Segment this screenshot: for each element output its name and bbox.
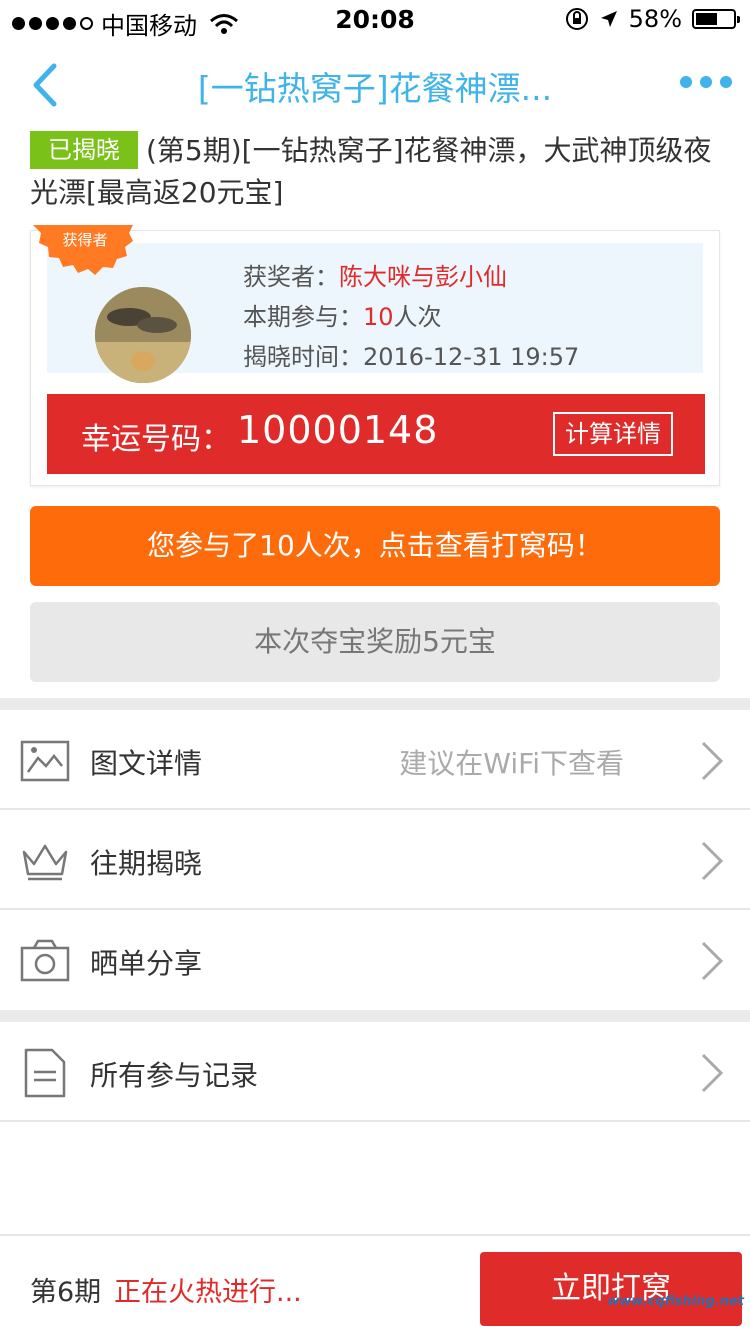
ribbon-text: 获得者	[62, 231, 107, 249]
reveal-time: 2016-12-31 19:57	[363, 343, 580, 371]
next-period-label: 第6期	[30, 1277, 102, 1308]
participation-unit: 人次	[393, 303, 442, 331]
menu-item-past-results[interactable]: 往期揭晓	[0, 810, 750, 910]
menu-item-hint: 建议在WiFi下查看	[399, 747, 624, 780]
winner-row: 获奖者：陈大咪与彭小仙	[243, 257, 507, 292]
section-separator	[0, 698, 750, 710]
camera-icon	[20, 939, 70, 982]
lucky-number: 10000148	[237, 408, 439, 452]
join-now-button[interactable]: 立即打窝	[480, 1252, 742, 1326]
menu-item-image-details[interactable]: 图文详情 建议在WiFi下查看	[0, 710, 750, 810]
section-separator	[0, 1010, 750, 1022]
menu-item-label: 往期揭晓	[90, 847, 203, 880]
crown-icon	[22, 844, 68, 881]
reward-banner: 本次夺宝奖励5元宝	[30, 602, 720, 682]
calculation-details-button[interactable]: 计算详情	[553, 412, 673, 456]
next-period-status[interactable]: 正在火热进行...	[114, 1270, 302, 1309]
participation-label: 本期参与：	[243, 303, 363, 331]
more-options-icon[interactable]	[680, 76, 732, 88]
menu-item-share-order[interactable]: 晒单分享	[0, 910, 750, 1010]
participation-row: 本期参与：10人次	[243, 297, 442, 332]
winner-card: 获奖者：陈大咪与彭小仙 本期参与：10人次 揭晓时间：2016-12-31 19…	[30, 225, 720, 486]
battery-icon	[692, 9, 740, 29]
navigation-bar: [一钻热窝子]花餐神漂...	[0, 40, 750, 130]
battery-percent: 58%	[628, 5, 682, 33]
menu-item-label: 图文详情	[90, 747, 203, 780]
participation-count: 10	[363, 303, 394, 331]
reveal-time-label: 揭晓时间：	[243, 343, 363, 371]
lucky-number-label: 幸运号码：	[81, 422, 231, 457]
menu-item-all-records[interactable]: 所有参与记录	[0, 1022, 750, 1122]
bottom-bar: 第6期 正在火热进行... 立即打窝 www.cqfishing.net	[0, 1234, 750, 1334]
image-icon	[20, 740, 70, 782]
status-badge: 已揭晓	[30, 131, 138, 169]
page-title: [一钻热窝子]花餐神漂...	[197, 69, 553, 108]
winner-ribbon-icon: 获得者	[33, 225, 133, 275]
winner-label: 获奖者：	[243, 263, 339, 291]
chevron-right-icon	[701, 841, 724, 881]
product-title-block: 已揭晓 (第5期)[一钻热窝子]花餐神漂，大武神顶级夜光漂[最高返20元宝]	[30, 130, 720, 214]
winner-name[interactable]: 陈大咪与彭小仙	[339, 263, 507, 291]
document-icon	[24, 1048, 66, 1098]
location-icon	[600, 11, 617, 27]
chevron-right-icon	[701, 741, 724, 781]
menu-item-label: 晒单分享	[90, 947, 203, 980]
view-codes-button[interactable]: 您参与了10人次，点击查看打窝码！	[30, 506, 720, 586]
divider	[0, 1120, 750, 1122]
winner-info-panel: 获奖者：陈大咪与彭小仙 本期参与：10人次 揭晓时间：2016-12-31 19…	[47, 243, 703, 383]
reveal-time-row: 揭晓时间：2016-12-31 19:57	[243, 337, 579, 372]
chevron-right-icon	[701, 941, 724, 981]
menu-item-label: 所有参与记录	[90, 1059, 259, 1092]
winner-avatar[interactable]	[95, 287, 191, 383]
chevron-right-icon	[701, 1053, 724, 1093]
status-bar: 中国移动 20:08 58%	[0, 0, 750, 40]
lucky-number-bar: 幸运号码： 10000148 计算详情	[47, 394, 705, 474]
watermark: www.cqfishing.net	[607, 1294, 744, 1309]
rotation-lock-icon	[565, 8, 588, 30]
back-arrow-icon[interactable]	[26, 60, 66, 110]
